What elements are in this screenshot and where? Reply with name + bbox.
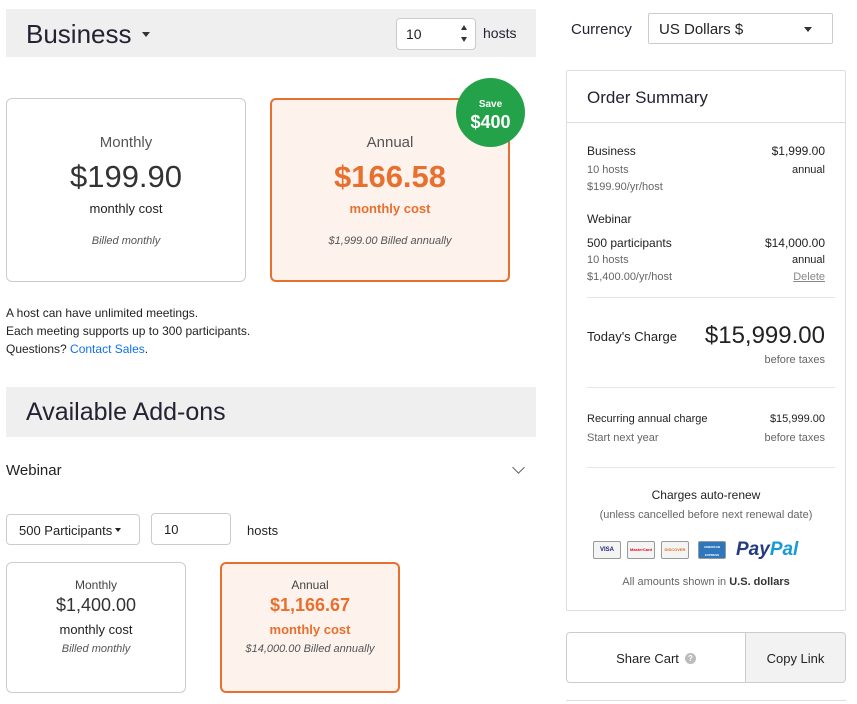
plan-header-bar: Business 10 hosts bbox=[6, 9, 536, 57]
amounts-note-text: All amounts shown in bbox=[622, 576, 730, 588]
currency-select[interactable]: US Dollars $ bbox=[648, 13, 833, 44]
recurring-label: Recurring annual charge bbox=[587, 413, 708, 425]
card-billed: Billed monthly bbox=[91, 235, 161, 247]
card-period: Annual bbox=[291, 578, 329, 592]
summary-webinar-rate: $1,400.00/yr/host bbox=[587, 271, 673, 283]
questions-text: Questions? bbox=[6, 342, 71, 356]
paypal-text-2: Pal bbox=[769, 539, 799, 560]
summary-business-name: Business bbox=[587, 144, 636, 158]
copy-link-button[interactable]: Copy Link bbox=[745, 632, 846, 683]
summary-business-hosts: 10 hosts bbox=[587, 164, 629, 176]
todays-charge-label: Today's Charge bbox=[587, 329, 677, 344]
paypal-text-1: Pay bbox=[736, 539, 770, 560]
plan-info: A host can have unlimited meetings. Each… bbox=[6, 304, 250, 358]
plan-selector[interactable]: Business bbox=[26, 19, 150, 50]
summary-business-period: annual bbox=[791, 164, 825, 176]
amounts-note: All amounts shown in U.S. dollars bbox=[567, 576, 845, 588]
summary-divider bbox=[587, 297, 835, 298]
amex-icon: AMERICAN EXPRESS bbox=[698, 541, 726, 559]
card-price: $1,400.00 bbox=[55, 595, 137, 615]
card-period: Monthly bbox=[74, 578, 118, 592]
save-badge-amount: $400 bbox=[470, 112, 511, 132]
order-summary-header: Order Summary bbox=[567, 71, 845, 123]
chevron-down-icon bbox=[115, 527, 122, 532]
plan-name: Business bbox=[26, 19, 132, 49]
currency-selected: US Dollars $ bbox=[659, 21, 744, 38]
summary-divider bbox=[587, 467, 835, 468]
visa-icon: VISA bbox=[593, 541, 621, 559]
addons-title: Available Add-ons bbox=[26, 398, 226, 426]
contact-sales-link[interactable]: Contact Sales bbox=[70, 342, 145, 356]
order-summary-panel: Order Summary Business $1,999.00 10 host… bbox=[566, 70, 846, 611]
save-badge-label: Save bbox=[478, 99, 503, 110]
chevron-down-icon bbox=[141, 31, 150, 37]
summary-webinar-period: annual bbox=[791, 254, 825, 266]
card-cost-label: monthly cost bbox=[59, 622, 133, 637]
participants-selected: 500 Participants bbox=[19, 523, 113, 538]
card-price: $166.58 bbox=[333, 159, 447, 194]
currency-label: Currency bbox=[571, 21, 632, 38]
period-text: . bbox=[144, 342, 149, 356]
share-cart-label: Share Cart bbox=[616, 651, 679, 666]
mastercard-icon: MasterCard bbox=[627, 541, 655, 559]
share-cart-button[interactable]: Share Cart? bbox=[566, 632, 746, 683]
monthly-plan-card[interactable]: Monthly $199.90 monthly cost Billed mont… bbox=[6, 98, 246, 282]
webinar-annual-card[interactable]: Annual $1,166.67 monthly cost $14,000.00… bbox=[220, 562, 400, 693]
chevron-down-icon bbox=[804, 27, 812, 32]
hosts-value: 10 bbox=[406, 26, 422, 42]
auto-renew-text: Charges auto-renew bbox=[651, 488, 761, 502]
card-price: $199.90 bbox=[69, 159, 183, 194]
recurring-start: Start next year bbox=[587, 432, 659, 444]
summary-divider bbox=[587, 387, 835, 388]
card-period: Monthly bbox=[99, 134, 153, 151]
panel-divider bbox=[566, 700, 846, 701]
card-cost-label: monthly cost bbox=[89, 201, 163, 216]
recurring-amount: $15,999.00 bbox=[769, 413, 825, 425]
summary-webinar-hosts: 10 hosts bbox=[587, 254, 629, 266]
summary-business-rate: $199.90/yr/host bbox=[587, 181, 663, 193]
info-line-1: A host can have unlimited meetings. bbox=[6, 306, 199, 320]
webinar-hosts-input[interactable]: 10 bbox=[151, 513, 231, 545]
amounts-note-currency: U.S. dollars bbox=[729, 576, 790, 588]
chevron-down-icon[interactable] bbox=[512, 461, 525, 474]
todays-charge-amount: $15,999.00 bbox=[704, 322, 825, 349]
webinar-monthly-card[interactable]: Monthly $1,400.00 monthly cost Billed mo… bbox=[6, 562, 186, 693]
hosts-label: hosts bbox=[483, 25, 517, 41]
summary-webinar-participants: 500 participants bbox=[587, 236, 672, 250]
participants-select[interactable]: 500 Participants bbox=[6, 514, 140, 545]
discover-icon: DISCOVER bbox=[661, 541, 689, 559]
help-icon[interactable]: ? bbox=[684, 653, 696, 665]
summary-business-price: $1,999.00 bbox=[771, 144, 825, 158]
save-badge: Save $400 bbox=[456, 78, 525, 147]
spinner-arrows-icon[interactable] bbox=[461, 25, 469, 43]
order-summary-title: Order Summary bbox=[587, 88, 708, 107]
info-line-2: Each meeting supports up to 300 particip… bbox=[6, 324, 251, 338]
recurring-note: before taxes bbox=[764, 432, 825, 444]
card-billed: $14,000.00 Billed annually bbox=[245, 643, 375, 655]
hosts-stepper[interactable]: 10 bbox=[396, 18, 476, 50]
webinar-section-label[interactable]: Webinar bbox=[6, 462, 62, 479]
summary-webinar-price: $14,000.00 bbox=[764, 236, 825, 250]
card-billed: $1,999.00 Billed annually bbox=[328, 235, 452, 247]
card-billed: Billed monthly bbox=[61, 643, 131, 655]
summary-webinar-name: Webinar bbox=[587, 212, 632, 226]
card-cost-label: monthly cost bbox=[269, 622, 351, 637]
auto-renew-note: (unless cancelled before next renewal da… bbox=[599, 509, 813, 521]
card-cost-label: monthly cost bbox=[349, 201, 431, 216]
paypal-logo-icon: PayPal bbox=[736, 539, 798, 561]
webinar-hosts-label: hosts bbox=[247, 523, 279, 538]
delete-webinar-link[interactable]: Delete bbox=[793, 271, 825, 283]
info-line-3: Questions? Contact Sales. bbox=[6, 340, 250, 358]
addons-header-bar: Available Add-ons bbox=[6, 387, 536, 437]
card-price: $1,166.67 bbox=[269, 595, 351, 615]
todays-charge-note: before taxes bbox=[764, 354, 825, 366]
